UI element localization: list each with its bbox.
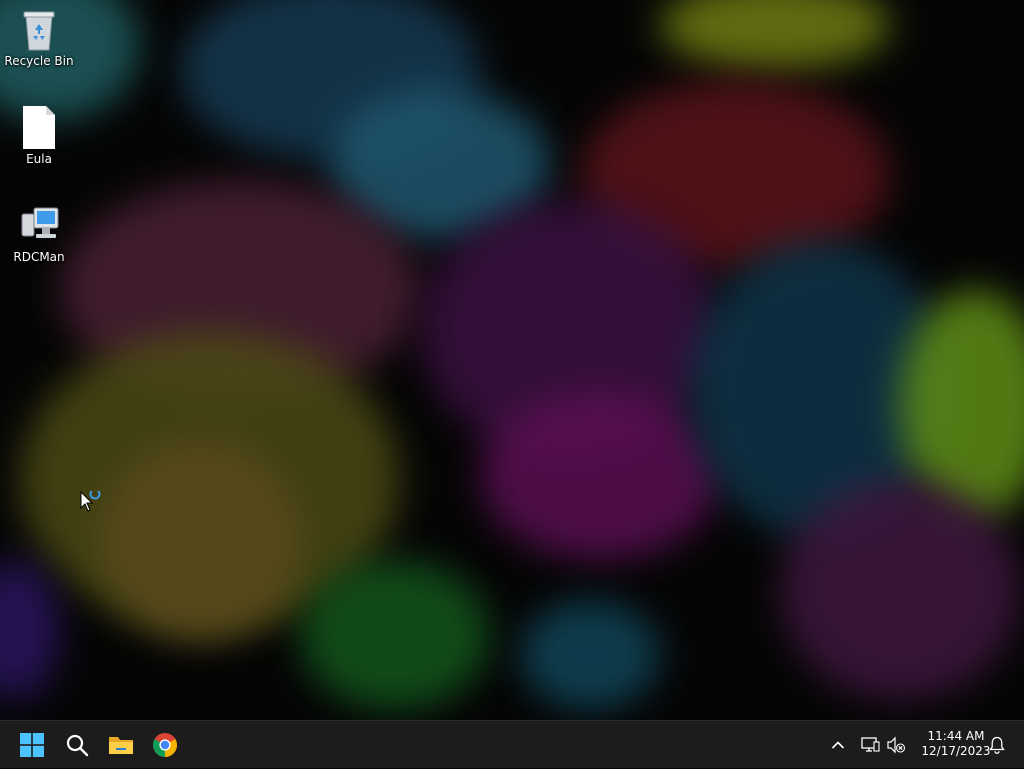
notification-center-button[interactable]: [985, 721, 1009, 769]
eula-label: Eula: [26, 152, 52, 166]
folder-icon: [109, 737, 133, 754]
windows-logo-icon: [20, 733, 44, 757]
taskbar: 11:44 AM 12/17/2023: [0, 720, 1024, 768]
file-explorer-button[interactable]: [105, 729, 137, 761]
recycle-bin-icon: [23, 11, 55, 51]
search-button[interactable]: [61, 729, 93, 761]
start-button[interactable]: [16, 729, 48, 761]
desktop-icon-rdcman[interactable]: RDCMan: [4, 202, 74, 282]
desktop-icon-eula[interactable]: Eula: [4, 104, 74, 184]
chevron-up-icon: [831, 741, 845, 749]
document-icon: [23, 106, 55, 149]
desktop-icon-recycle-bin[interactable]: Recycle Bin: [4, 6, 74, 86]
bell-icon: [989, 736, 1005, 754]
tray-overflow-button[interactable]: [826, 721, 850, 769]
volume-button[interactable]: [884, 721, 908, 769]
network-icon: [861, 737, 880, 752]
chrome-icon: [153, 733, 177, 757]
network-status-button[interactable]: [858, 721, 882, 769]
rdcman-icon: [21, 207, 59, 238]
rdcman-label: RDCMan: [13, 250, 65, 264]
busy-pointer-icon: [80, 491, 101, 512]
recycle-bin-label: Recycle Bin: [4, 54, 74, 68]
search-icon: [66, 734, 89, 757]
desktop-wallpaper: [0, 0, 1024, 720]
chrome-button[interactable]: [149, 729, 181, 761]
speaker-muted-icon: [887, 736, 906, 754]
